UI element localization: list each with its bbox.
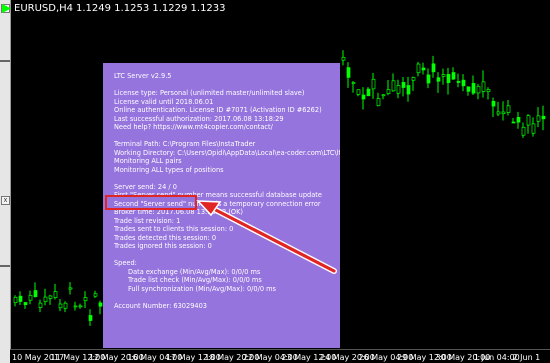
panel-divider-2[interactable]: [0, 265, 10, 267]
candle: [516, 111, 521, 129]
candle: [476, 83, 481, 100]
symbol-header: EURUSD,H4 1.1249 1.1253 1.1229 1.1233: [0, 0, 226, 16]
close-button-2[interactable]: x: [1, 196, 10, 205]
panel-divider[interactable]: [0, 60, 10, 62]
candle: [526, 114, 531, 134]
candle: [511, 118, 516, 124]
side-panel-strip[interactable]: x x: [0, 0, 11, 363]
candle: [341, 50, 346, 66]
last-authorization: Last successful authorization: 2017.06.0…: [114, 114, 284, 123]
candle: [431, 55, 436, 78]
account-number: Account Number: 63029403: [114, 301, 207, 310]
server-send-highlight: [105, 195, 197, 210]
monitoring-pairs: Monitoring ALL pairs: [114, 157, 182, 165]
candle: [38, 299, 43, 313]
speed-trade-list: Trade list check (Min/Avg/Max): 0/0/0 ms: [128, 276, 262, 284]
candle: [401, 76, 406, 97]
working-directory: Working Directory: C:\Users\Opidi\AppDat…: [114, 148, 340, 157]
candle: [391, 73, 396, 92]
trades-detected: Trades detected this session: 0: [114, 233, 217, 242]
candle: [13, 295, 18, 307]
help-link[interactable]: Need help? https://www.mt4copier.com/con…: [114, 123, 340, 132]
candle: [98, 300, 103, 315]
candle: [361, 87, 366, 110]
trades-sent: Trades sent to clients this session: 0: [114, 225, 234, 233]
candle: [23, 301, 28, 309]
candle: [531, 117, 536, 137]
speed-full-sync: Full synchronization (Min/Avg/Max): 0/0/…: [128, 284, 276, 293]
candle: [28, 290, 33, 305]
candle: [426, 68, 431, 89]
candle: [436, 72, 441, 93]
candle: [78, 303, 83, 309]
version-label: LTC Server v2.9.5: [114, 72, 172, 80]
candle: [481, 70, 486, 98]
candle: [376, 92, 381, 107]
candle: [506, 99, 511, 116]
candle: [53, 283, 58, 300]
candle: [536, 107, 541, 128]
candle: [501, 101, 506, 121]
license-valid: License valid until 2018.06.01: [114, 97, 214, 106]
candle: [461, 74, 466, 92]
candle: [451, 67, 456, 80]
candle: [441, 68, 446, 85]
candle: [73, 301, 78, 311]
candle: [18, 291, 23, 305]
candle: [416, 61, 421, 77]
candle: [33, 282, 38, 298]
candle: [88, 309, 93, 326]
candle: [396, 79, 401, 99]
monitoring-positions: Monitoring ALL types of positions: [114, 165, 224, 174]
symbol-quote: 1.1249 1.1253 1.1229 1.1233: [76, 2, 226, 14]
candle: [43, 288, 48, 306]
terminal-path: Terminal Path: C:\Program Files\InstaTra…: [114, 140, 256, 148]
candle: [83, 291, 88, 308]
candle: [63, 301, 68, 313]
candle: [93, 290, 98, 299]
candle: [446, 67, 451, 95]
time-axis: 10 May 2017 11 May 12:00 12 May 20:00 16 Ma…: [10, 349, 550, 363]
candle: [411, 76, 416, 91]
candle: [381, 94, 386, 100]
candle: [48, 294, 53, 305]
speed-data-exchange: Data exchange (Min/Avg/Max): 0/0/0 ms: [128, 267, 261, 276]
candle: [466, 86, 471, 96]
candle: [456, 73, 461, 88]
candle: [386, 80, 391, 96]
candle: [491, 97, 496, 117]
server-send-status: Server send: 24 / 0: [114, 182, 177, 191]
license-type: License type: Personal (unlimited master…: [114, 89, 305, 97]
candle: [541, 105, 546, 131]
candle: [356, 89, 361, 97]
candle: [366, 87, 371, 97]
online-authentication: Online authentication. License ID #7071 …: [114, 106, 322, 114]
candle: [406, 76, 411, 102]
candle: [471, 75, 476, 96]
candle: [371, 72, 376, 99]
candle: [521, 122, 526, 138]
symbol-menu-icon[interactable]: [2, 3, 11, 13]
candle: [351, 80, 356, 93]
symbol-label: EURUSD,H4: [14, 2, 74, 14]
trades-ignored: Trades ignored this session: 0: [114, 242, 212, 250]
trade-list-revision: Trade list revision: 1: [114, 216, 181, 225]
candle: [346, 62, 351, 88]
candle: [58, 298, 63, 312]
candle: [421, 62, 426, 75]
candle: [68, 282, 73, 295]
candle: [496, 101, 501, 117]
time-axis-label: 2 Jun 1: [512, 353, 541, 362]
candle: [486, 87, 491, 100]
speed-heading: Speed:: [114, 259, 137, 267]
